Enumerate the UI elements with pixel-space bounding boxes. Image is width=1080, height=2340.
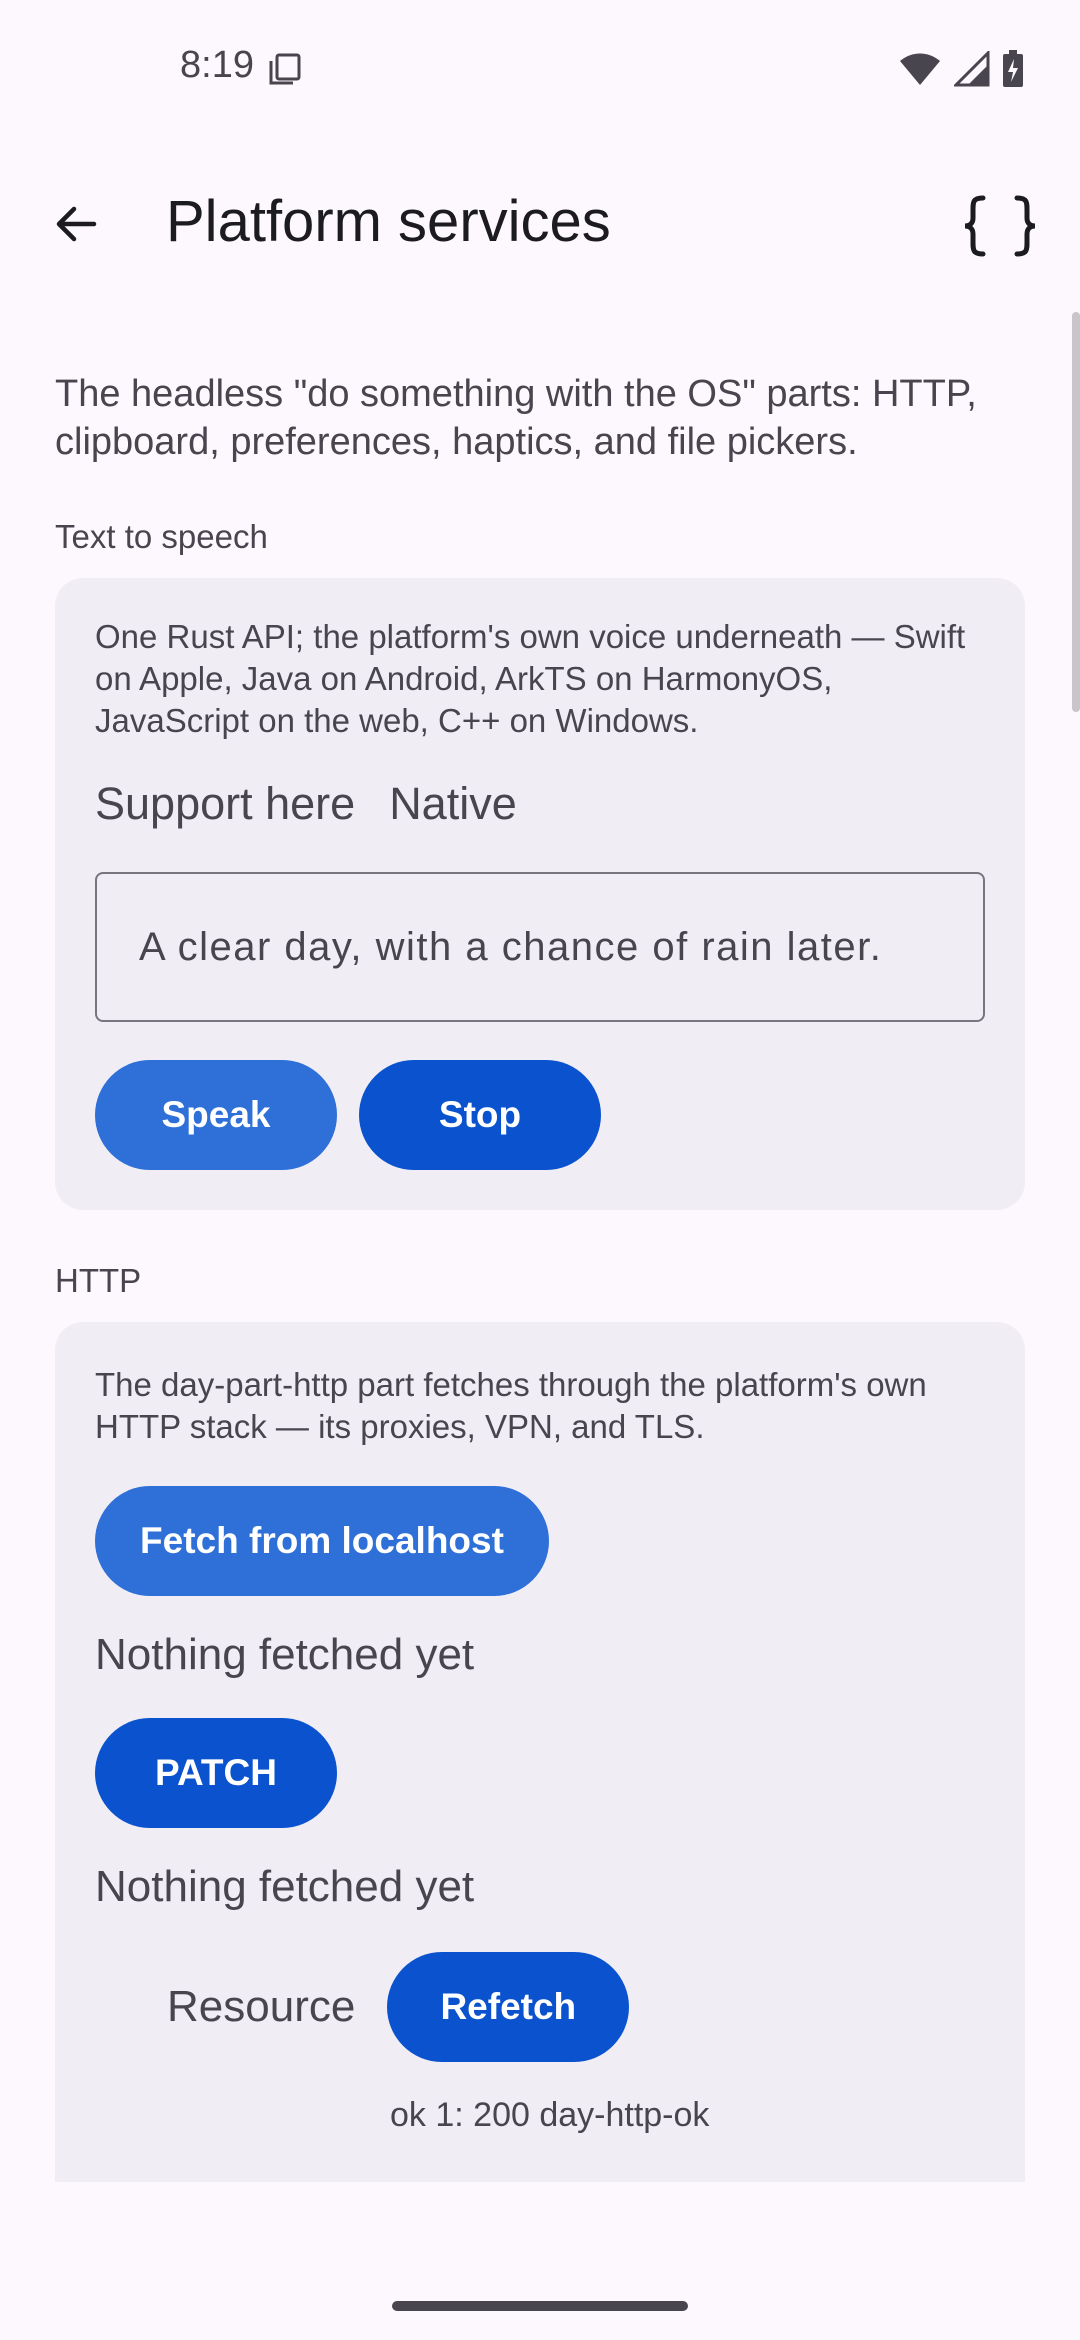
resource-row: Resource Refetch — [167, 1952, 985, 2062]
tts-buttons: Speak Stop — [95, 1060, 985, 1170]
support-label: Support here — [95, 778, 356, 829]
content: The headless "do something with the OS" … — [55, 370, 1025, 2182]
stop-button[interactable]: Stop — [359, 1060, 601, 1170]
http-card: The day-part-http part fetches through t… — [55, 1322, 1025, 2182]
page-title: Platform services — [166, 189, 611, 254]
patch-row: PATCH — [95, 1718, 985, 1828]
braces-icon — [961, 194, 1039, 263]
tts-card: One Rust API; the platform's own voice u… — [55, 578, 1025, 1210]
status-time: 8:19 — [180, 44, 254, 86]
battery-charging-icon — [1002, 50, 1024, 93]
fetch-result-text: Nothing fetched yet — [95, 1630, 475, 1679]
source-code-button[interactable] — [958, 186, 1042, 270]
status-bar: 8:19 — [0, 0, 1080, 140]
speech-text-input[interactable]: A clear day, with a chance of rain later… — [95, 872, 985, 1022]
http-description: The day-part-http part fetches through t… — [95, 1366, 927, 1445]
screenshot-icon — [268, 52, 302, 91]
refetch-button[interactable]: Refetch — [387, 1952, 630, 2062]
support-row: Support here Native — [95, 778, 985, 830]
home-indicator[interactable] — [392, 2301, 688, 2311]
tts-section-label: Text to speech — [55, 518, 268, 555]
intro-text: The headless "do something with the OS" … — [55, 373, 977, 463]
resource-label: Resource — [167, 1982, 356, 2031]
fetch-row: Fetch from localhost — [95, 1486, 985, 1596]
wifi-icon — [898, 51, 942, 92]
back-button[interactable] — [40, 190, 112, 262]
patch-button[interactable]: PATCH — [95, 1718, 337, 1828]
support-value: Native — [389, 778, 517, 829]
app-bar: Platform services — [0, 170, 1080, 280]
scrollbar[interactable] — [1072, 312, 1080, 712]
status-icons — [898, 49, 1024, 93]
fetch-localhost-button[interactable]: Fetch from localhost — [95, 1486, 549, 1596]
speak-button[interactable]: Speak — [95, 1060, 337, 1170]
resource-status-text: ok 1: 200 day-http-ok — [390, 2096, 710, 2134]
arrow-left-icon — [52, 200, 100, 253]
tts-description: One Rust API; the platform's own voice u… — [95, 618, 966, 739]
patch-result-text: Nothing fetched yet — [95, 1862, 475, 1911]
http-section-label: HTTP — [55, 1262, 142, 1299]
signal-icon — [952, 49, 990, 92]
